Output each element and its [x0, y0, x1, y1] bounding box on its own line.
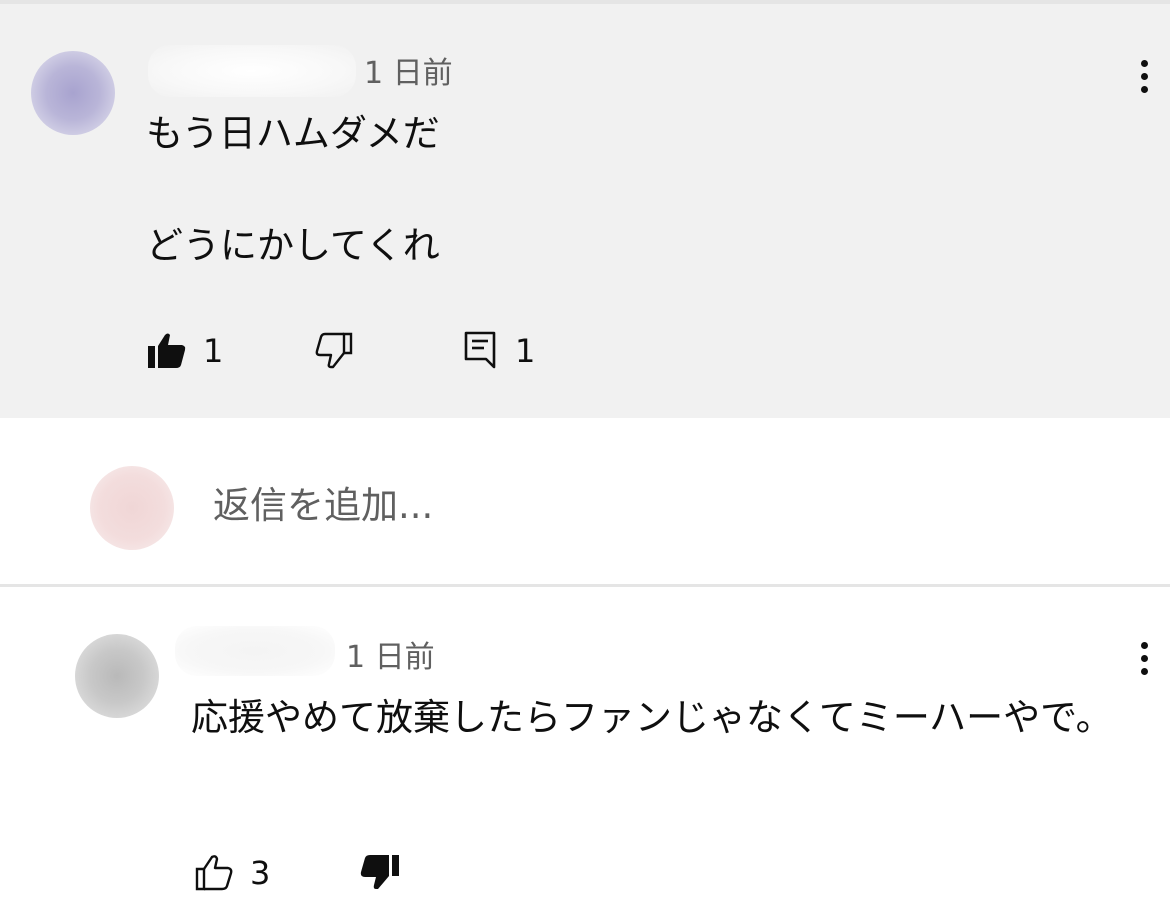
more-options-button[interactable]	[1134, 636, 1154, 680]
comment-time: 1 日前	[364, 56, 453, 91]
thumb-down-outline-icon[interactable]	[314, 331, 354, 369]
comment-time: 1 日前	[346, 640, 435, 675]
more-vertical-icon	[1140, 59, 1148, 67]
more-options-button[interactable]	[1134, 54, 1154, 98]
more-vertical-icon	[1140, 641, 1148, 649]
comment-text: 応援やめて放棄したらファンじゃなくてミーハーやで。	[191, 696, 1113, 739]
comment-reply-icon[interactable]	[463, 330, 497, 370]
like-count: 3	[250, 854, 271, 892]
avatar[interactable]	[75, 634, 159, 718]
reply-count: 1	[515, 332, 536, 370]
comment-divider	[0, 584, 1170, 587]
author-name-blurred[interactable]	[175, 626, 335, 676]
user-avatar	[90, 466, 174, 550]
author-name-blurred[interactable]	[148, 45, 356, 97]
thumb-up-outline-icon[interactable]	[194, 854, 234, 892]
add-reply-input[interactable]: 返信を追加...	[213, 480, 433, 532]
like-count: 1	[203, 332, 224, 370]
thumb-down-filled-icon[interactable]	[360, 853, 402, 891]
thumb-up-filled-icon[interactable]	[147, 332, 187, 370]
avatar[interactable]	[31, 51, 115, 135]
comment-text: もう日ハムダメだ どうにかしてくれ	[146, 112, 440, 267]
